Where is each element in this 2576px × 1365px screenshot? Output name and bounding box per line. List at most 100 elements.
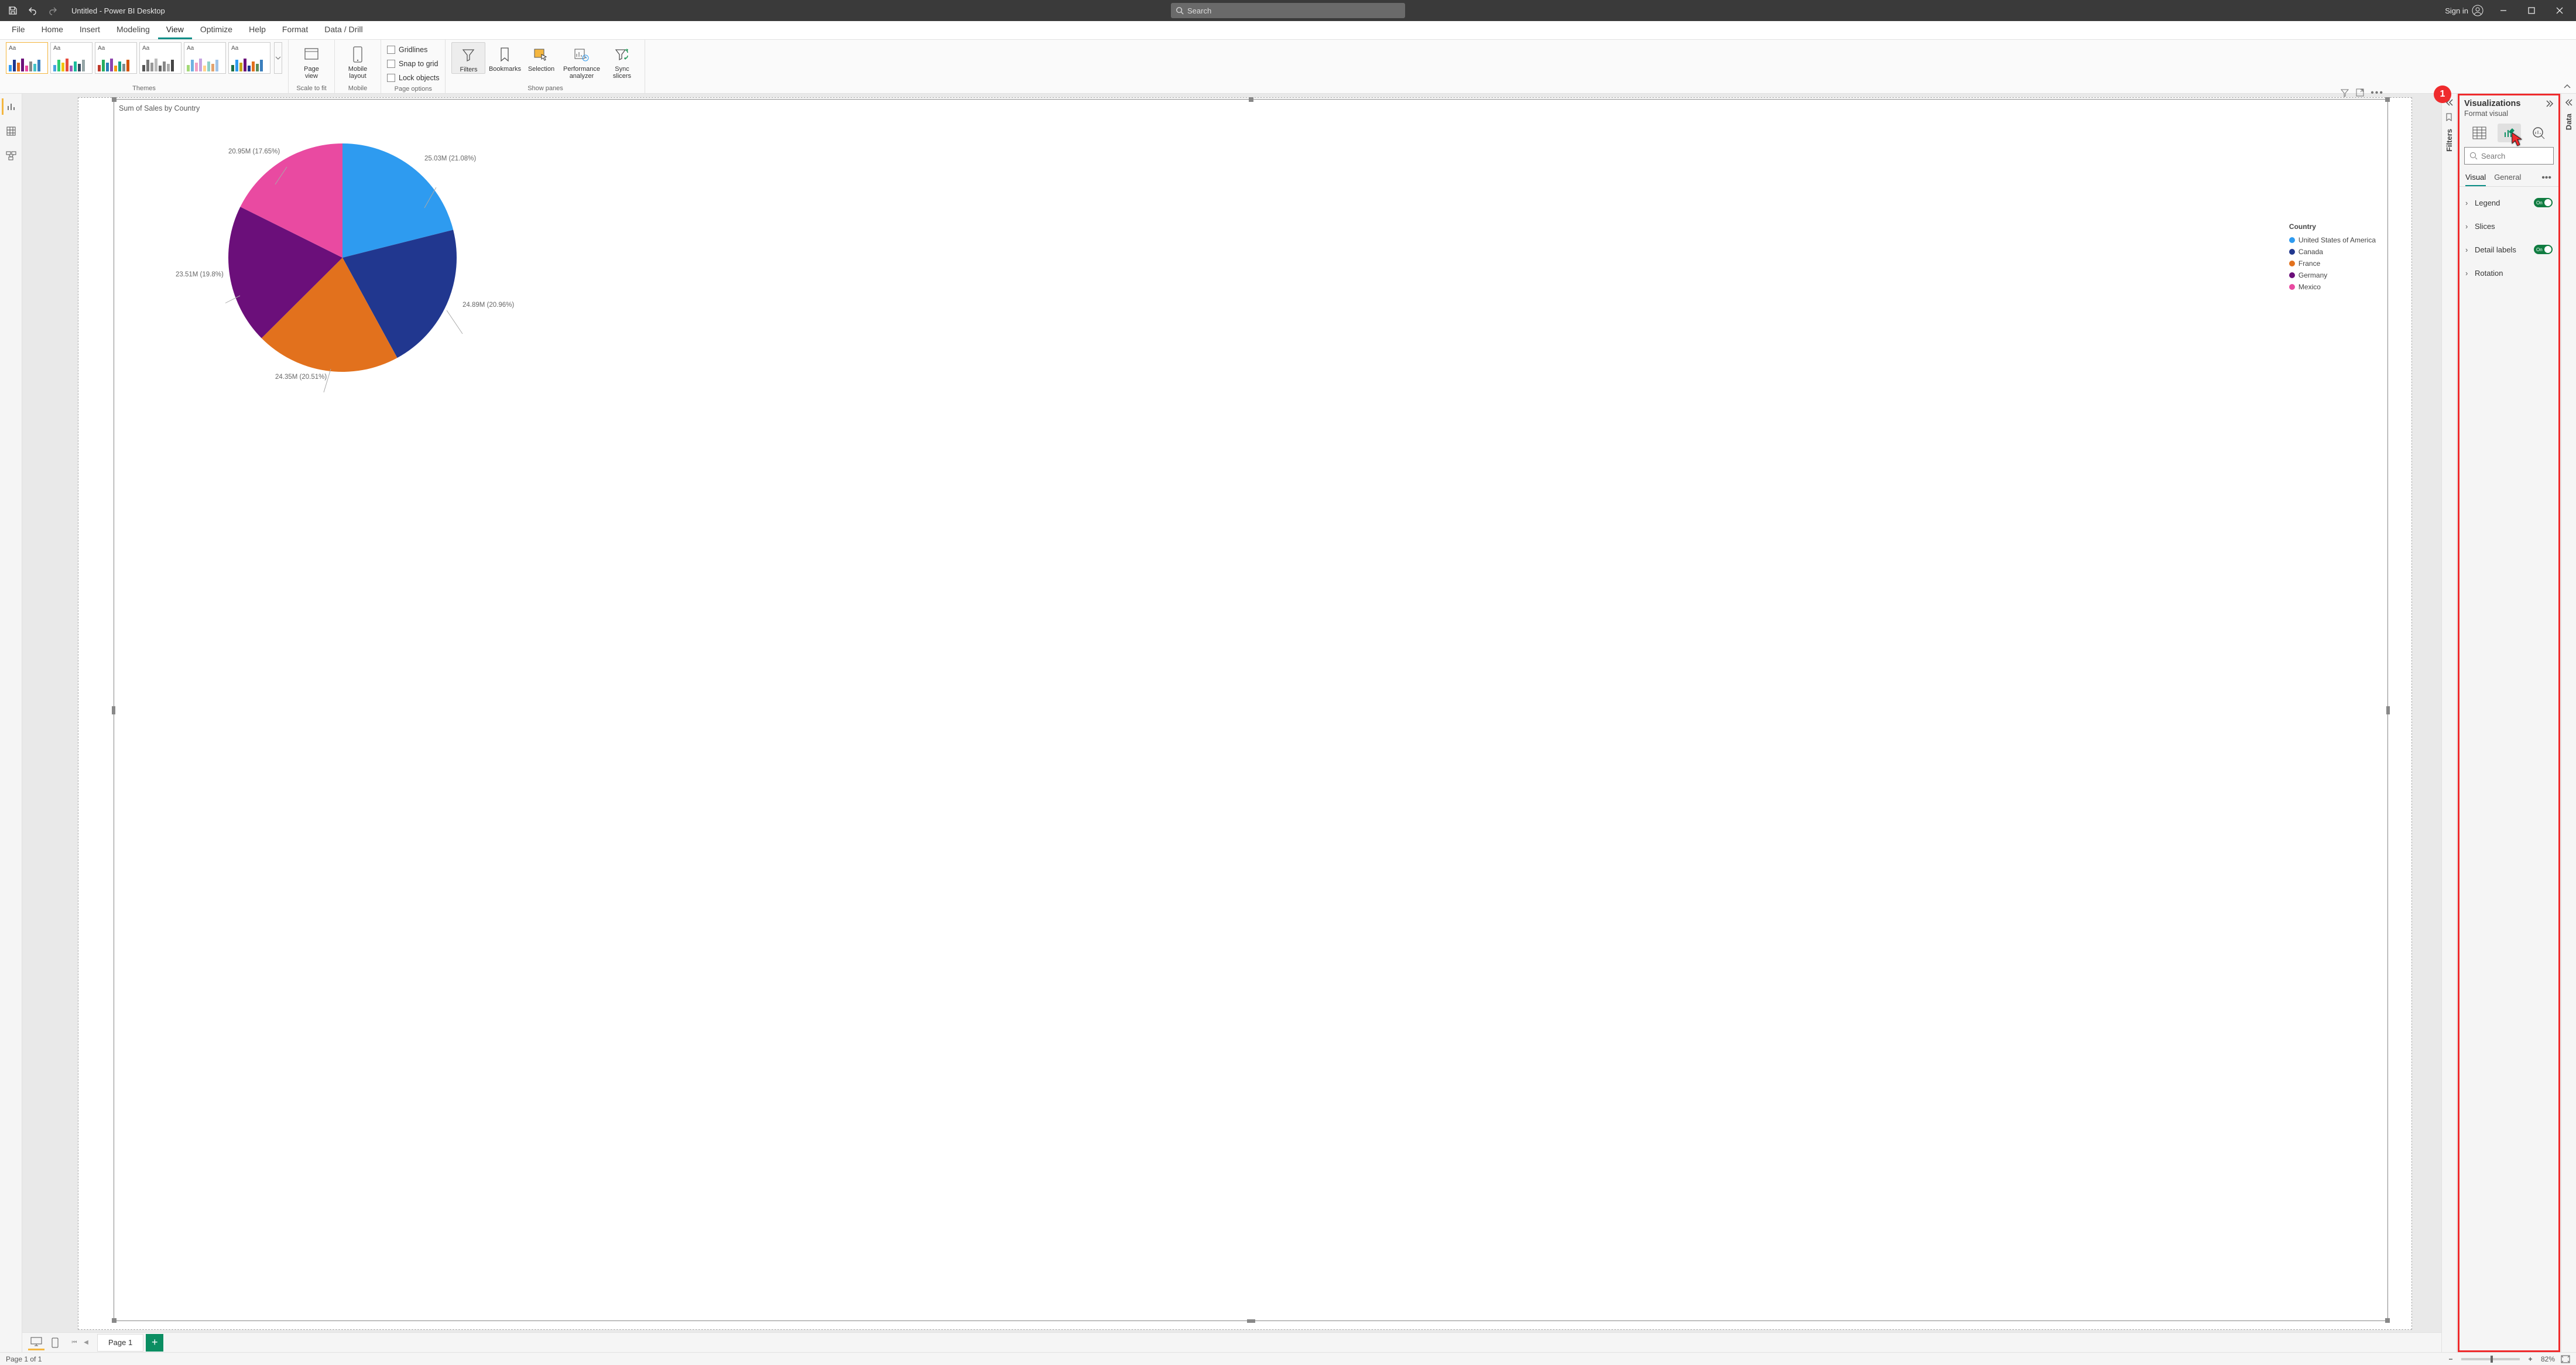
minimize-button[interactable] <box>2492 0 2515 21</box>
theme-thumb-4[interactable]: Aa <box>139 42 181 74</box>
snap-to-grid-checkbox[interactable]: Snap to grid <box>387 57 439 70</box>
resize-handle[interactable] <box>2386 706 2390 714</box>
redo-button[interactable] <box>46 4 60 18</box>
build-visual-mode-button[interactable] <box>2468 124 2491 142</box>
format-search-input[interactable]: Search <box>2464 147 2554 165</box>
tab-file[interactable]: File <box>4 21 33 39</box>
format-card-rotation[interactable]: › Rotation <box>2463 262 2555 284</box>
callout-badge-1: 1 <box>2434 85 2451 103</box>
format-card-detail-labels[interactable]: › Detail labels On <box>2463 238 2555 261</box>
legend-item[interactable]: United States of America <box>2289 234 2376 246</box>
save-icon <box>8 6 18 15</box>
legend-item[interactable]: France <box>2289 258 2376 269</box>
expand-data-button[interactable] <box>2565 98 2573 107</box>
lock-objects-checkbox[interactable]: Lock objects <box>387 71 439 84</box>
visual-filter-button[interactable] <box>2340 88 2349 98</box>
resize-handle[interactable] <box>1247 1319 1255 1323</box>
format-card-legend[interactable]: › Legend On <box>2463 191 2555 214</box>
tab-help[interactable]: Help <box>241 21 274 39</box>
tab-view[interactable]: View <box>158 21 192 39</box>
tab-insert[interactable]: Insert <box>71 21 108 39</box>
format-visual-mode-button[interactable] <box>2498 124 2521 142</box>
theme-thumb-2[interactable]: Aa <box>50 42 93 74</box>
mobile-label: Mobile <box>341 84 375 92</box>
data-pane-label: Data <box>2564 114 2573 130</box>
visual-more-button[interactable]: ••• <box>2371 88 2384 98</box>
undo-button[interactable] <box>26 4 40 18</box>
ribbon-group-show-panes: Filters Bookmarks Selection Performance … <box>446 40 645 93</box>
tab-modeling[interactable]: Modeling <box>108 21 158 39</box>
data-label: 24.89M (20.96%) <box>463 302 514 309</box>
search-icon <box>1176 6 1184 15</box>
resize-handle[interactable] <box>112 97 117 102</box>
undo-icon <box>28 6 37 15</box>
chevron-right-icon: › <box>2465 222 2475 231</box>
sync-slicers-button[interactable]: Sync slicers <box>605 42 639 80</box>
analytics-mode-button[interactable] <box>2527 124 2551 142</box>
tab-data-drill[interactable]: Data / Drill <box>316 21 371 39</box>
sync-slicers-icon <box>614 47 629 61</box>
legend-label: Germany <box>2298 271 2327 279</box>
format-card-slices[interactable]: › Slices <box>2463 215 2555 237</box>
legend-toggle[interactable]: On <box>2534 198 2553 207</box>
zoom-slider[interactable] <box>2461 1358 2520 1360</box>
resize-handle[interactable] <box>2385 97 2390 102</box>
detail-labels-toggle[interactable]: On <box>2534 245 2553 254</box>
selection-pane-button[interactable]: Selection <box>524 42 558 73</box>
tab-home[interactable]: Home <box>33 21 71 39</box>
visual-focus-button[interactable] <box>2355 88 2365 98</box>
report-view-button[interactable] <box>2 98 18 115</box>
bookmarks-pane-button[interactable]: Bookmarks <box>488 42 522 73</box>
theme-thumb-1[interactable]: Aa <box>6 42 48 74</box>
resize-handle[interactable] <box>112 1318 117 1323</box>
fit-page-icon <box>2561 1355 2570 1363</box>
mobile-layout-toggle[interactable] <box>47 1335 63 1350</box>
tab-optimize[interactable]: Optimize <box>192 21 241 39</box>
filters-bookmark-icon <box>2445 112 2454 122</box>
close-button[interactable] <box>2548 0 2571 21</box>
performance-analyzer-button[interactable]: Performance analyzer <box>560 42 602 80</box>
signin-button[interactable]: Sign in <box>2441 5 2487 16</box>
desktop-layout-button[interactable] <box>28 1335 44 1350</box>
mobile-layout-button[interactable]: Mobile layout <box>341 42 375 80</box>
theme-thumb-3[interactable]: Aa <box>95 42 137 74</box>
global-search[interactable]: Search <box>1171 3 1405 18</box>
theme-thumb-6[interactable]: Aa <box>228 42 270 74</box>
gridlines-checkbox[interactable]: Gridlines <box>387 43 439 56</box>
page-view-button[interactable]: Page view <box>294 42 328 80</box>
redo-icon <box>48 6 57 15</box>
resize-handle[interactable] <box>2385 1318 2390 1323</box>
format-tab-more[interactable]: ••• <box>2541 173 2553 183</box>
filters-pane-button[interactable]: Filters <box>451 42 485 74</box>
fit-to-page-button[interactable] <box>2561 1355 2570 1363</box>
save-button[interactable] <box>6 4 20 18</box>
format-tab-general[interactable]: General <box>2494 169 2521 186</box>
resize-handle[interactable] <box>112 706 115 714</box>
format-visual-label: Format visual <box>2459 108 2558 121</box>
collapse-ribbon-button[interactable] <box>2563 83 2571 91</box>
tab-format[interactable]: Format <box>274 21 316 39</box>
format-brush-icon <box>2502 126 2516 139</box>
zoom-out-button[interactable]: − <box>2446 1355 2455 1363</box>
legend-item[interactable]: Mexico <box>2289 281 2376 293</box>
legend-label: Canada <box>2298 248 2323 256</box>
legend-item[interactable]: Germany <box>2289 269 2376 281</box>
add-page-button[interactable]: + <box>146 1334 163 1352</box>
bookmark-icon <box>499 47 511 62</box>
page-tab-1[interactable]: Page 1 <box>97 1334 143 1352</box>
ribbon-group-page-options: Gridlines Snap to grid Lock objects Page… <box>381 40 446 93</box>
pie-chart-visual[interactable]: ••• Sum of Sales by Country <box>114 99 2388 1321</box>
resize-handle[interactable] <box>1249 97 1253 102</box>
prev-page-button[interactable]: ◀ <box>81 1336 91 1349</box>
report-canvas[interactable]: ••• Sum of Sales by Country <box>78 97 2412 1330</box>
legend-item[interactable]: Canada <box>2289 246 2376 258</box>
maximize-button[interactable] <box>2520 0 2543 21</box>
zoom-in-button[interactable]: + <box>2526 1355 2535 1363</box>
first-page-button[interactable]: ⏮ <box>69 1336 80 1349</box>
format-tab-visual[interactable]: Visual <box>2465 169 2486 186</box>
model-view-button[interactable] <box>3 148 19 164</box>
collapse-visualizations-button[interactable] <box>2546 100 2554 108</box>
theme-thumb-5[interactable]: Aa <box>184 42 226 74</box>
themes-dropdown[interactable] <box>274 42 282 74</box>
data-view-button[interactable] <box>3 123 19 139</box>
